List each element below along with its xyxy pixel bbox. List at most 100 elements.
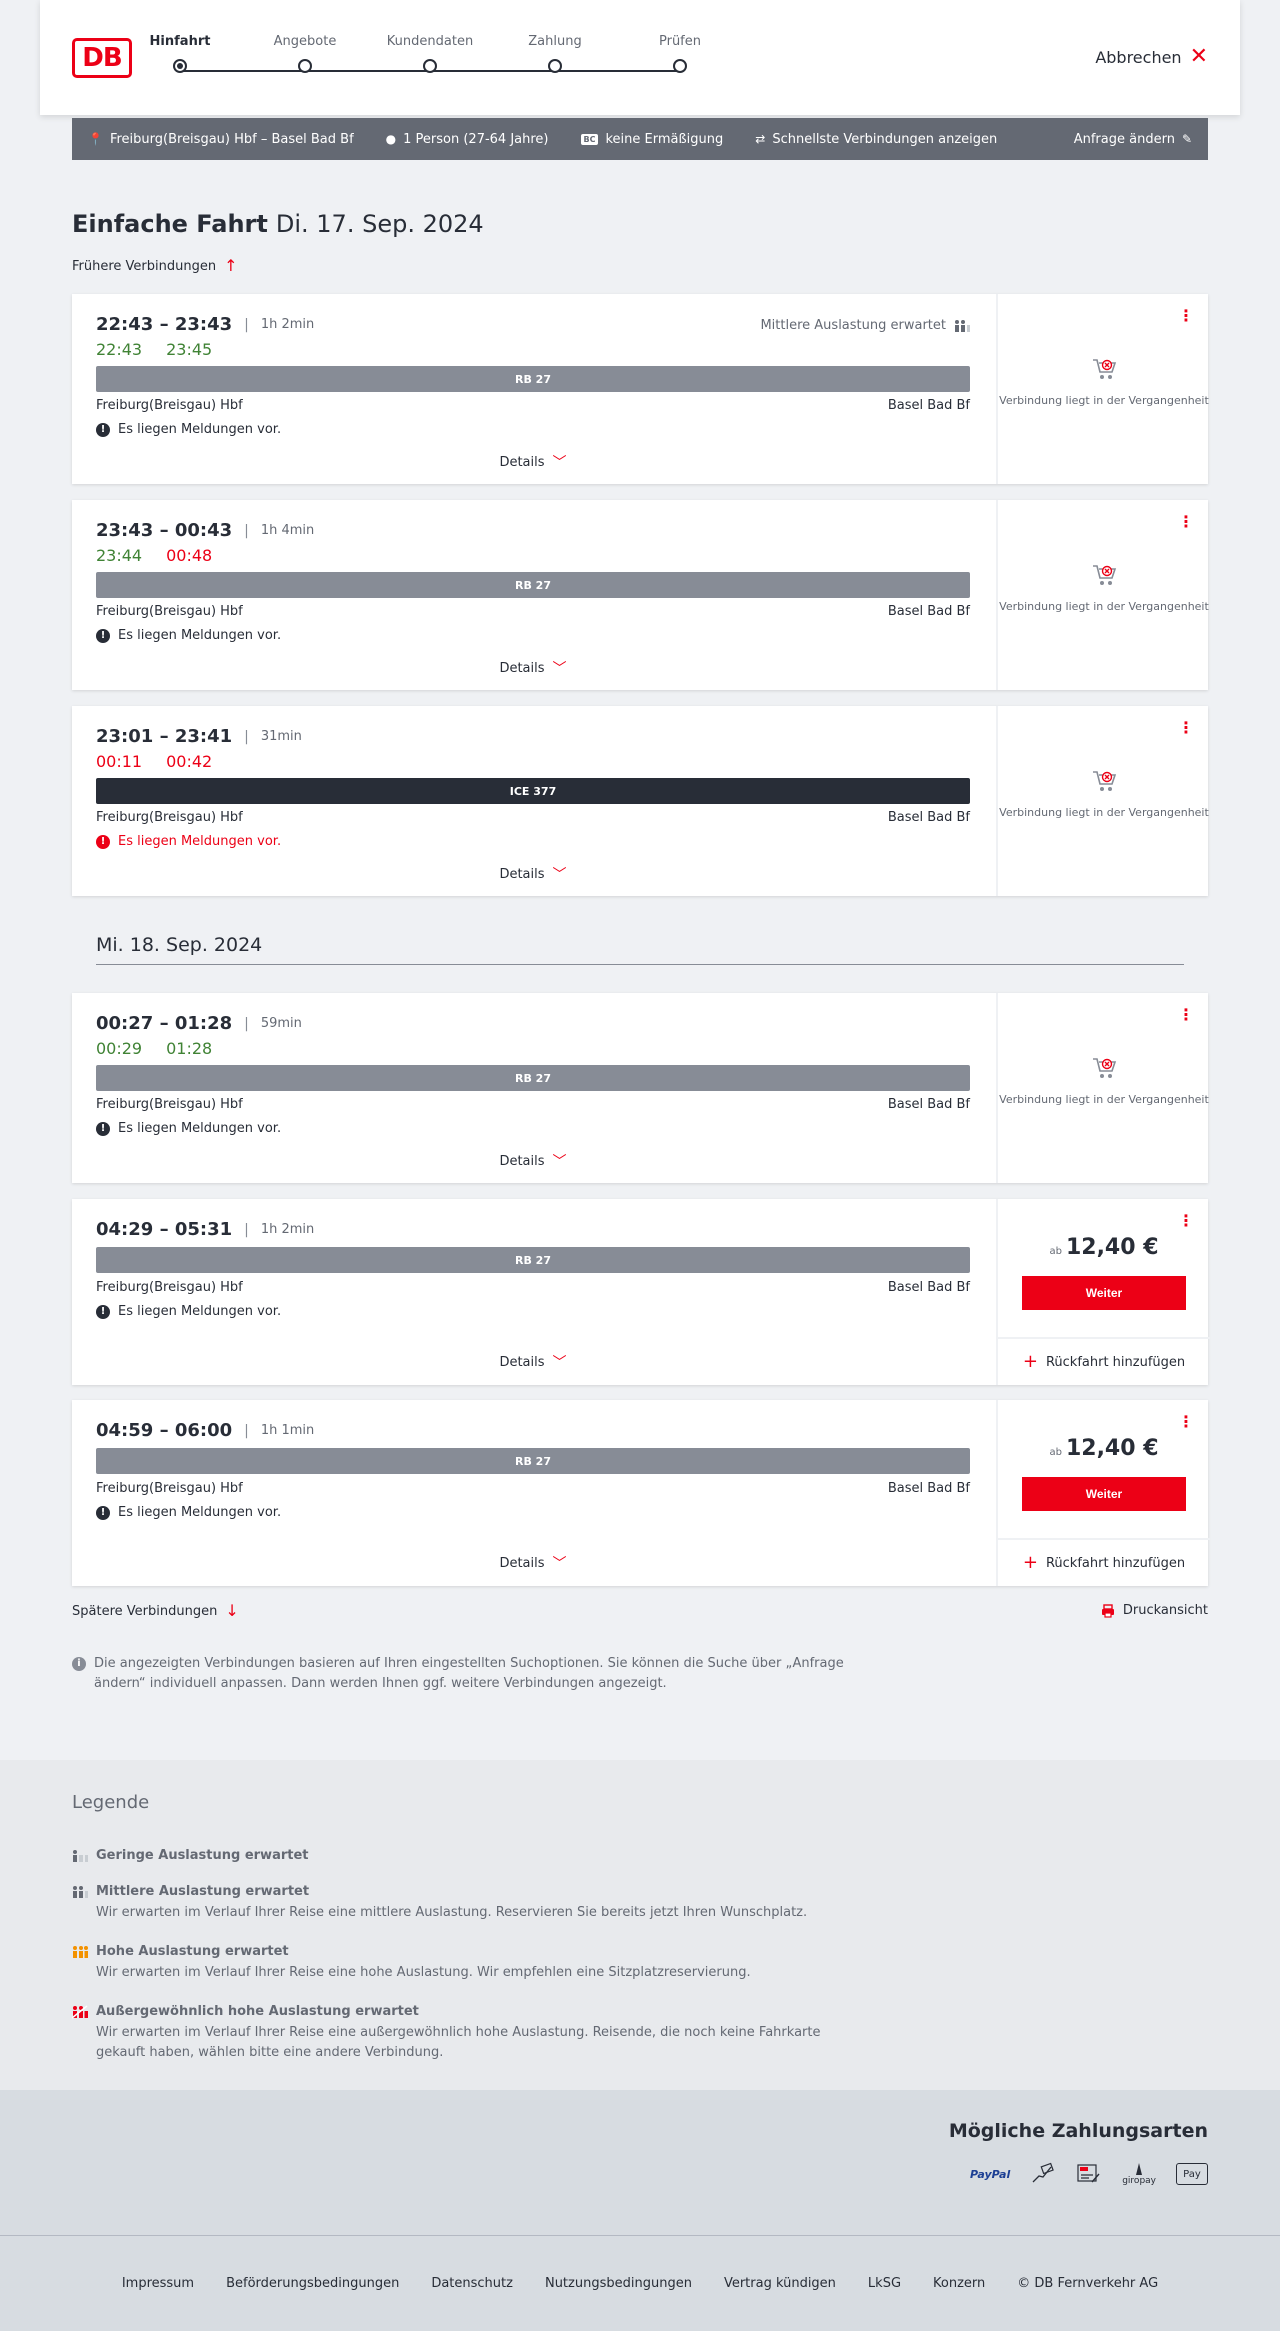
arrow-up-icon: ↑ (224, 256, 238, 275)
person-icon: ● (385, 132, 397, 146)
footer-link-datenschutz[interactable]: Datenschutz (431, 2276, 513, 2291)
message-notice: ! Es liegen Meldungen vor. (96, 1121, 281, 1136)
footer-link-befoerderungsbedingungen[interactable]: Beförderungsbedingungen (226, 2276, 399, 2291)
step-pruefen[interactable]: Prüfen (620, 34, 740, 73)
continue-button[interactable]: Weiter (1022, 1477, 1186, 1511)
footer-link-impressum[interactable]: Impressum (122, 2276, 194, 2291)
chevron-down-icon: ﹀ (552, 661, 567, 677)
train-bar[interactable]: RB 27 (96, 572, 970, 598)
apple-pay-logo: Pay (1176, 2163, 1208, 2185)
details-toggle[interactable]: Details ﹀ (72, 1352, 994, 1372)
credit-card-hand-icon (1032, 2162, 1055, 2183)
details-toggle[interactable]: Details ﹀ (72, 1151, 994, 1171)
occupancy-info: Mittlere Auslastung erwartet (760, 318, 970, 333)
fastest-connections-toggle[interactable]: ⇄ Schnellste Verbindungen anzeigen (755, 132, 997, 147)
location-pin-icon: 📍 (88, 132, 103, 146)
details-toggle[interactable]: Details ﹀ (72, 658, 994, 678)
earlier-connections-link[interactable]: Frühere Verbindungen ↑ (72, 258, 238, 274)
details-toggle[interactable]: Details ﹀ (72, 864, 994, 884)
occupancy-high-icon (73, 1945, 88, 1958)
past-connection-notice: Verbindung liegt in der Vergangenheit (998, 356, 1210, 408)
details-toggle[interactable]: Details ﹀ (72, 452, 994, 472)
realtime-departure: 00:11 (96, 752, 143, 771)
giropay-logo: giropay (1122, 2162, 1156, 2186)
train-bar[interactable]: RB 27 (96, 1247, 970, 1273)
legend-item: Außergewöhnlich hohe Auslastung erwartet… (72, 2004, 872, 2063)
header: DB Hinfahrt Angebote Kundendaten Zahlung… (40, 0, 1240, 115)
realtime-arrival: 01:28 (166, 1039, 213, 1058)
exclamation-icon: ! (96, 1304, 110, 1319)
connection-duration: 1h 2min (260, 1222, 315, 1237)
footer-link-lksg[interactable]: LkSG (868, 2276, 901, 2291)
cart-unavailable-icon (1093, 771, 1117, 791)
train-bar[interactable]: RB 27 (96, 1065, 970, 1091)
connection-card: 04:59 – 06:00 | 1h 1min RB 27 Freiburg(B… (72, 1400, 1210, 1586)
occupancy-very-high-icon (72, 2004, 88, 2019)
later-connections-link[interactable]: Spätere Verbindungen ↓ (72, 1603, 239, 1619)
exclamation-icon: ! (96, 422, 110, 437)
giropay-tower-icon (1136, 2163, 1143, 2175)
step-dot-icon (298, 59, 312, 73)
chevron-down-icon: ﹀ (552, 867, 567, 883)
arrival-station: Basel Bad Bf (887, 398, 970, 413)
realtime-departure: 23:44 (96, 546, 143, 565)
search-summary-bar: 📍 Freiburg(Breisgau) Hbf – Basel Bad Bf … (72, 118, 1208, 160)
footer-link-nutzungsbedingungen[interactable]: Nutzungsbedingungen (545, 2276, 692, 2291)
info-icon: i (72, 1657, 86, 1671)
connection-card: 04:29 – 05:31 | 1h 2min RB 27 Freiburg(B… (72, 1199, 1210, 1385)
realtime-times: 22:43 23:45 (96, 340, 212, 359)
step-zahlung[interactable]: Zahlung (495, 34, 615, 73)
step-dot-icon (423, 59, 437, 73)
step-angebote[interactable]: Angebote (245, 34, 365, 73)
sepa-debit-icon (1077, 2164, 1100, 2183)
train-bar[interactable]: RB 27 (96, 1448, 970, 1474)
departure-station: Freiburg(Breisgau) Hbf (96, 604, 243, 619)
add-return-button[interactable]: + Rückfahrt hinzufügen (998, 1337, 1210, 1385)
footer-link-vertrag-kuendigen[interactable]: Vertrag kündigen (724, 2276, 836, 2291)
past-connection-notice: Verbindung liegt in der Vergangenheit (998, 768, 1210, 820)
more-options-icon[interactable]: ⋮ (1178, 514, 1194, 530)
message-notice: ! Es liegen Meldungen vor. (96, 834, 281, 849)
connection-duration: 59min (260, 1016, 302, 1031)
add-return-button[interactable]: + Rückfahrt hinzufügen (998, 1538, 1210, 1586)
discount-summary: BC keine Ermäßigung (580, 132, 723, 147)
change-request-button[interactable]: Anfrage ändern ✎ (1074, 132, 1192, 147)
connection-times: 04:29 – 05:31 (96, 1219, 233, 1240)
continue-button[interactable]: Weiter (1022, 1276, 1186, 1310)
step-kundendaten[interactable]: Kundendaten (370, 34, 490, 73)
paypal-logo: PayPal (970, 2167, 1011, 2181)
connection-times: 23:01 – 23:41 (96, 726, 233, 747)
departure-station: Freiburg(Breisgau) Hbf (96, 810, 243, 825)
more-options-icon[interactable]: ⋮ (1178, 1213, 1194, 1229)
more-options-icon[interactable]: ⋮ (1178, 308, 1194, 324)
connection-duration: 1h 1min (260, 1423, 315, 1438)
more-options-icon[interactable]: ⋮ (1178, 1414, 1194, 1430)
train-bar[interactable]: ICE 377 (96, 778, 970, 804)
connection-card: 23:01 – 23:41 | 31min 00:11 00:42 ICE 37… (72, 706, 1210, 896)
realtime-arrival: 00:48 (166, 546, 213, 565)
details-toggle[interactable]: Details ﹀ (72, 1553, 994, 1573)
legend-item: Hohe Auslastung erwartet Wir erwarten im… (72, 1944, 872, 1983)
departure-station: Freiburg(Breisgau) Hbf (96, 1481, 243, 1496)
connection-card: 22:43 – 23:43 | 1h 2min Mittlere Auslast… (72, 294, 1210, 484)
footer-link-konzern[interactable]: Konzern (933, 2276, 985, 2291)
step-hinfahrt[interactable]: Hinfahrt (120, 34, 240, 73)
chevron-down-icon: ﹀ (552, 1556, 567, 1572)
footer-copyright: © DB Fernverkehr AG (1017, 2276, 1159, 2291)
more-options-icon[interactable]: ⋮ (1178, 1007, 1194, 1023)
connection-times: 23:43 – 00:43 (96, 520, 233, 541)
arrival-station: Basel Bad Bf (887, 810, 970, 825)
pencil-icon: ✎ (1181, 132, 1192, 146)
print-view-link[interactable]: Druckansicht (1101, 1603, 1208, 1618)
abort-button[interactable]: Abbrechen ✕ (1095, 46, 1208, 68)
message-notice: ! Es liegen Meldungen vor. (96, 422, 281, 437)
arrow-down-icon: ↓ (225, 1601, 239, 1620)
more-options-icon[interactable]: ⋮ (1178, 720, 1194, 736)
route-summary: 📍 Freiburg(Breisgau) Hbf – Basel Bad Bf (88, 131, 354, 147)
occupancy-medium-icon (955, 319, 970, 332)
page-title: Einfache Fahrt Di. 17. Sep. 2024 (72, 210, 484, 238)
connection-duration: 1h 2min (260, 317, 315, 332)
train-bar[interactable]: RB 27 (96, 366, 970, 392)
message-notice: ! Es liegen Meldungen vor. (96, 628, 281, 643)
occupancy-low-icon (73, 1849, 88, 1862)
